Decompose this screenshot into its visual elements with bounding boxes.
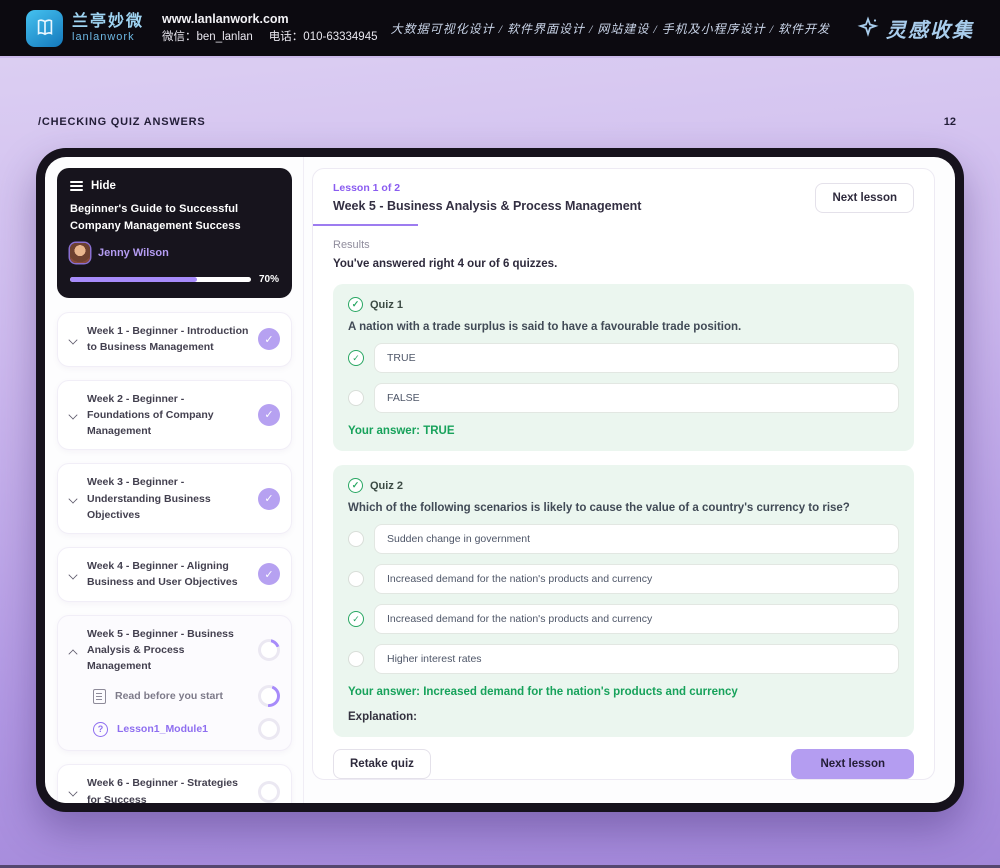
quiz-footer: Retake quiz Next lesson [313,737,934,793]
wechat-id: 微信：ben_lanlan [162,30,253,43]
radio-checked-icon: ✓ [348,611,364,627]
your-answer: Your answer: Increased demand for the na… [348,686,738,698]
services-list: 大数据可视化设计 / 软件界面设计 / 网站建设 / 手机及小程序设计 / 软件… [390,21,830,36]
progress-fill [70,277,197,282]
sidebar-item-week-2[interactable]: Week 2 - Beginner - Foundations of Compa… [57,379,292,451]
hide-label: Hide [91,180,116,192]
brand-text: 兰亭妙微 lanlanwork [72,13,144,43]
completed-badge: ✓ [258,487,280,510]
progress-ring [258,639,280,662]
results-label: Results [333,239,370,251]
lesson-panel: Lesson 1 of 2 Week 5 - Business Analysis… [312,168,935,780]
quiz-option[interactable]: ✓ Increased demand for the nation's prod… [348,604,899,634]
phone-number: 电话：010-63334945 [268,30,378,43]
radio-checked-icon: ✓ [348,350,364,366]
sidebar-subitem-lesson1-module1[interactable]: ? Lesson1_Module1 [69,718,280,741]
your-answer: Your answer: TRUE [348,425,455,437]
lesson-title: Week 5 - Business Analysis & Process Man… [333,199,642,213]
inspiration-label: 灵感收集 [886,19,974,42]
brand-name-en: lanlanwork [72,30,135,43]
next-lesson-button-top[interactable]: Next lesson [815,182,914,213]
main-content: Lesson 1 of 2 Week 5 - Business Analysis… [304,157,955,803]
document-icon [93,688,106,704]
check-circle-icon: ✓ [348,478,363,493]
chevron-down-icon [69,335,78,344]
chevron-down-icon [69,410,78,419]
radio-unchecked-icon [348,390,364,406]
sidebar-header: Hide Beginner's Guide to Successful Comp… [57,168,292,298]
question-icon: ? [93,721,108,737]
chevron-up-icon [69,646,78,655]
course-progress: 70% [70,274,279,285]
quiz-card-2: ✓ Quiz 2 Which of the following scenario… [333,465,914,737]
hide-sidebar-button[interactable]: Hide [70,180,279,192]
page-number: 12 [943,116,956,128]
results-summary: You've answered right 4 our of 6 quizzes… [333,258,558,270]
brand-name-cn: 兰亭妙微 [72,13,145,31]
check-circle-icon: ✓ [348,297,363,312]
radio-unchecked-icon [348,571,364,587]
top-bar: 兰亭妙微 lanlanwork www.lanlanwork.com 微信：be… [0,0,1000,58]
radio-unchecked-icon [348,531,364,547]
next-lesson-button-bottom[interactable]: Next lesson [791,749,914,779]
quiz-option[interactable]: Increased demand for the nation's produc… [348,564,899,594]
contact-block: www.lanlanwork.com 微信：ben_lanlan 电话：010-… [162,10,377,46]
star-icon [857,16,879,37]
quiz-card-1: ✓ Quiz 1 A nation with a trade surplus i… [333,284,914,451]
instructor-row: Jenny Wilson [70,243,279,263]
week-5-header[interactable]: Week 5 - Beginner - Business Analysis & … [69,626,280,675]
app-screen: Hide Beginner's Guide to Successful Comp… [45,157,955,803]
quiz-option[interactable]: FALSE [348,383,899,413]
lanlanwork-logo-icon [26,9,63,47]
sidebar-item-week-4[interactable]: Week 4 - Beginner - Aligning Business an… [57,547,292,602]
chevron-down-icon [69,494,78,503]
chevron-down-icon [69,787,78,796]
instructor-name: Jenny Wilson [98,247,169,259]
sidebar-item-week-1[interactable]: Week 1 - Beginner - Introduction to Busi… [57,312,292,367]
week-list: Week 1 - Beginner - Introduction to Busi… [57,312,292,803]
hamburger-icon [70,181,83,191]
device-frame: Hide Beginner's Guide to Successful Comp… [36,148,964,812]
quiz-option[interactable]: ✓ TRUE [348,343,899,373]
results-body: Results You've answered right 4 our of 6… [313,224,934,737]
course-sidebar: Hide Beginner's Guide to Successful Comp… [45,157,304,803]
lesson-counter: Lesson 1 of 2 [333,182,401,194]
sidebar-item-week-6[interactable]: Week 6 - Beginner - Strategies for Succe… [57,764,292,803]
website-url: www.lanlanwork.com [162,12,289,26]
quiz-question: Which of the following scenarios is like… [348,502,850,514]
quiz-title: Quiz 1 [370,298,404,311]
quiz-question: A nation with a trade surplus is said to… [348,321,742,333]
avatar [70,243,90,263]
sidebar-subitem-read-before[interactable]: Read before you start [69,685,280,708]
chevron-down-icon [69,570,78,579]
completed-badge: ✓ [258,563,280,586]
quiz-option[interactable]: Sudden change in government [348,524,899,554]
progress-ring [258,685,280,708]
explanation-label: Explanation: [348,711,418,723]
sidebar-item-week-5: Week 5 - Beginner - Business Analysis & … [57,614,292,752]
retake-quiz-button[interactable]: Retake quiz [333,749,431,779]
progress-ring [258,718,280,741]
completed-badge: ✓ [258,403,280,426]
progress-track [70,277,251,282]
inspiration-logo: 灵感收集 [856,14,974,43]
completed-badge: ✓ [258,328,280,351]
radio-unchecked-icon [348,651,364,667]
lesson-header: Lesson 1 of 2 Week 5 - Business Analysis… [313,169,934,224]
course-title: Beginner's Guide to Successful Company M… [70,203,241,232]
active-tab-indicator [313,224,418,226]
progress-ring [258,780,280,803]
section-label: /CHECKING QUIZ ANSWERS [38,116,206,128]
sidebar-item-week-3[interactable]: Week 3 - Beginner - Understanding Busine… [57,463,292,535]
quiz-option[interactable]: Higher interest rates [348,644,899,674]
progress-percent: 70% [258,274,279,285]
quiz-title: Quiz 2 [370,479,404,492]
